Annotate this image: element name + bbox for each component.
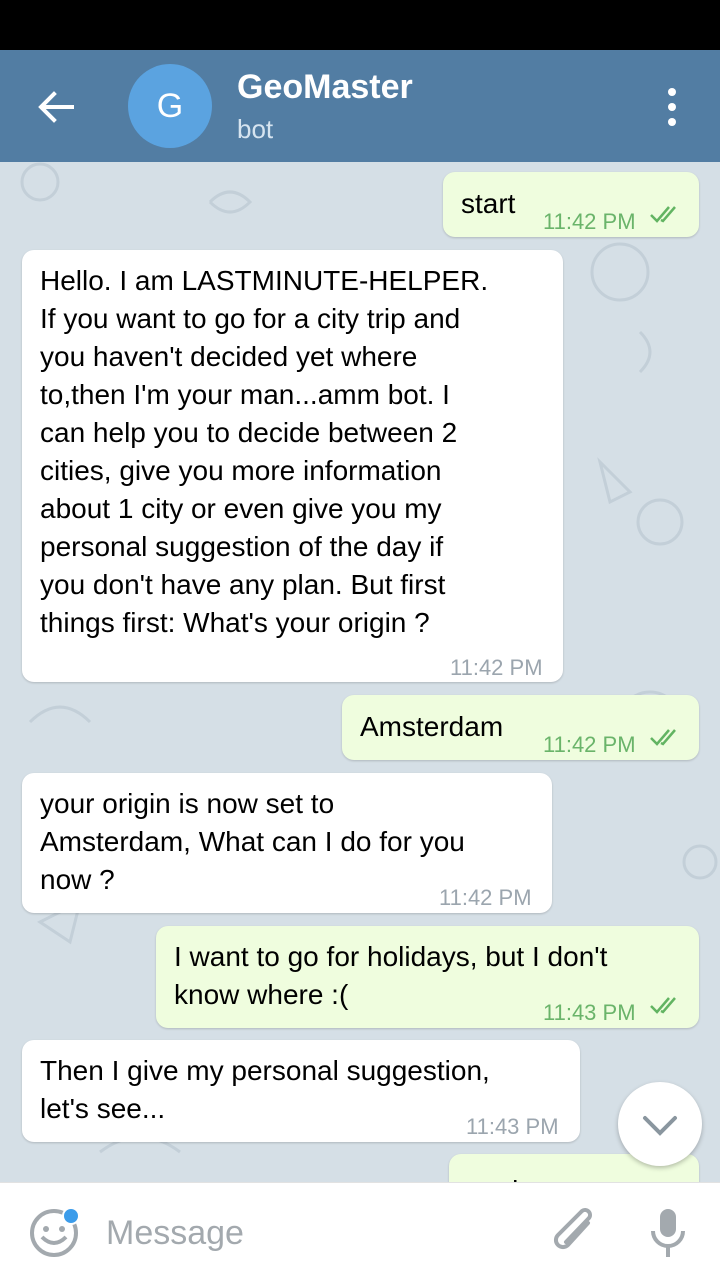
incoming-message[interactable]: Hello. I am LASTMINUTE-HELPER. If you wa… [22, 250, 563, 682]
emoji-notification-dot [62, 1207, 80, 1225]
read-check-icon [650, 206, 676, 223]
message-text: start [461, 188, 516, 219]
read-check-icon [650, 997, 676, 1014]
avatar-letter: G [156, 86, 184, 125]
message-text: Amsterdam [360, 711, 504, 742]
incoming-message[interactable]: your origin is now set to Amsterdam, Wha… [22, 773, 552, 913]
chevron-down-icon [643, 1116, 677, 1136]
avatar[interactable]: G [128, 64, 212, 148]
chat-title[interactable]: GeoMaster [237, 68, 413, 107]
message-text: your origin is now set to Amsterdam, Wha… [40, 788, 465, 895]
mic-icon[interactable] [648, 1205, 688, 1261]
back-arrow-icon[interactable] [34, 86, 76, 128]
message-time: 11:42 PM [450, 655, 543, 680]
message-time: 11:43 PM [543, 1000, 636, 1025]
more-vertical-icon[interactable] [660, 86, 684, 128]
message-time: 11:42 PM [543, 209, 636, 234]
chat-header: G GeoMaster bot [0, 50, 720, 162]
message-time: 11:42 PM [543, 732, 636, 757]
message-list[interactable]: start 11:42 PM Hello. I am LASTMINUTE-HE… [0, 162, 720, 1182]
message-text: Hello. I am LASTMINUTE-HELPER. If you wa… [40, 265, 489, 638]
message-time: 11:42 PM [439, 885, 532, 910]
message-time: 11:43 PM [466, 1114, 559, 1139]
scroll-down-button[interactable] [618, 1082, 702, 1166]
incoming-message[interactable]: Then I give my personal suggestion, let'… [22, 1040, 580, 1142]
status-bar [0, 0, 720, 50]
message-text: cool [467, 1172, 518, 1182]
message-input[interactable] [104, 1209, 528, 1257]
read-check-icon [650, 729, 676, 746]
message-composer [0, 1182, 720, 1281]
chat-subtitle: bot [237, 114, 274, 144]
outgoing-message[interactable]: I want to go for holidays, but I don't k… [156, 926, 699, 1028]
outgoing-message[interactable]: Amsterdam 11:42 PM [342, 695, 699, 760]
attach-icon[interactable] [550, 1205, 602, 1261]
message-text: Then I give my personal suggestion, let'… [40, 1055, 490, 1124]
outgoing-message[interactable]: start 11:42 PM [443, 172, 699, 237]
